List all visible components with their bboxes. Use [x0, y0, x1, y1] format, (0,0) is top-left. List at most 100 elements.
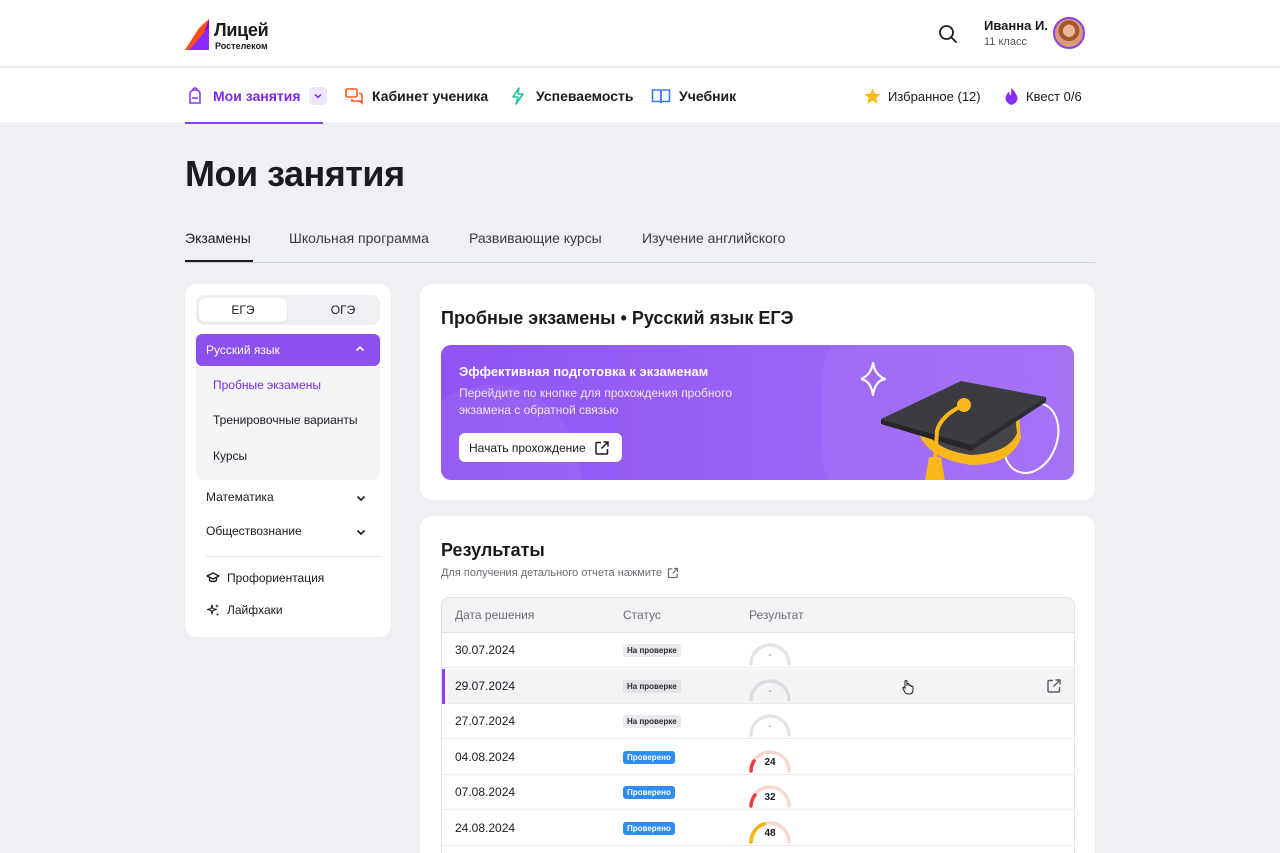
top-header: Лицей Ростелеком Иванна И. 11 класс: [0, 0, 1280, 67]
tab-exams[interactable]: Экзамены: [185, 230, 251, 246]
table-row[interactable]: 24.08.2024 Проверено 48: [442, 811, 1074, 846]
exam-banner: Эффективная подготовка к экзаменам Перей…: [441, 345, 1074, 480]
user-name[interactable]: Иванна И.: [984, 18, 1048, 33]
detailed-report-link[interactable]: Для получения детального отчета нажмите: [441, 567, 679, 579]
nav-textbook-label: Учебник: [679, 88, 737, 104]
main-nav: Мои занятия Кабинет ученика Успеваемость…: [0, 68, 1280, 124]
nav-progress[interactable]: Успеваемость: [508, 68, 633, 124]
result-value: 32: [764, 792, 776, 803]
subject-math[interactable]: Математика: [206, 490, 370, 504]
table-row[interactable]: 29.07.2024 На проверке -: [442, 669, 1074, 704]
career-guidance-label: Профориентация: [227, 571, 325, 585]
favorites-link[interactable]: Избранное (12): [863, 68, 981, 124]
backpack-icon: [189, 87, 201, 104]
hand-cursor-icon: [902, 679, 914, 695]
results-title: Результаты: [441, 540, 545, 560]
subject-social-label: Обществознание: [206, 524, 302, 538]
nav-active-underline: [185, 122, 323, 124]
row-date: 04.08.2024: [455, 750, 516, 764]
banner-title: Эффективная подготовка к экзаменам: [459, 364, 709, 379]
table-row[interactable]: 07.08.2024 Проверено 32: [442, 775, 1074, 810]
row-date: 24.08.2024: [455, 821, 516, 835]
banner-text: Перейдите по кнопке для прохождения проб…: [459, 386, 732, 417]
lifehacks-label: Лайфхаки: [227, 603, 283, 617]
chat-icon: [345, 88, 363, 105]
table-row[interactable]: 27.07.2024 На проверке -: [442, 704, 1074, 739]
tabs-bar: Экзамены Школьная программа Развивающие …: [185, 226, 1095, 263]
row-date: 30.07.2024: [455, 643, 516, 657]
row-date: 27.07.2024: [455, 714, 516, 728]
tab-english[interactable]: Изучение английского: [642, 230, 785, 246]
column-result: Результат: [749, 608, 804, 622]
page-title: Мои занятия: [185, 153, 405, 194]
row-date: 07.08.2024: [455, 785, 516, 799]
column-date: Дата решения: [455, 608, 535, 622]
nav-my-lessons[interactable]: Мои занятия: [185, 68, 327, 124]
start-exam-button[interactable]: Начать прохождение: [459, 433, 622, 462]
flame-icon: [1005, 87, 1018, 105]
nav-progress-label: Успеваемость: [536, 88, 634, 104]
avatar[interactable]: [1053, 17, 1085, 49]
subject-social[interactable]: Обществознание: [206, 524, 370, 538]
result-value: 24: [764, 757, 776, 768]
graduation-cap-icon: [206, 572, 220, 583]
tab-developing-courses[interactable]: Развивающие курсы: [469, 230, 602, 246]
book-icon: [651, 89, 671, 104]
nav-textbook[interactable]: Учебник: [651, 68, 736, 124]
nav-student-cabinet-label: Кабинет ученика: [372, 88, 489, 104]
subject-russian-label: Русский язык: [206, 343, 280, 357]
status-badge: Проверено: [623, 822, 675, 835]
status-badge: Проверено: [623, 786, 675, 799]
row-date: 29.07.2024: [455, 679, 516, 693]
subject-math-label: Математика: [206, 490, 274, 504]
lifehacks-link[interactable]: Лайфхаки: [206, 603, 283, 617]
results-card: Результаты Для получения детального отче…: [420, 516, 1095, 853]
chevron-down-icon[interactable]: [308, 87, 327, 105]
result-value: -: [768, 686, 772, 697]
external-link-icon: [667, 567, 679, 579]
result-value: -: [768, 650, 772, 661]
status-badge: На проверке: [623, 715, 681, 728]
favorites-label: Избранное (12): [888, 88, 981, 104]
trial-exam-title: Пробные экзамены • Русский язык ЕГЭ: [441, 308, 794, 328]
segment-ege[interactable]: ЕГЭ: [199, 298, 287, 322]
graduation-cap-illustration: [861, 361, 1060, 480]
table-header: Дата решения Статус Результат: [442, 598, 1074, 633]
nav-student-cabinet[interactable]: Кабинет ученика: [344, 68, 488, 124]
tab-school-program[interactable]: Школьная программа: [289, 230, 429, 246]
subject-sub-list: Пробные экзамены Тренировочные варианты …: [196, 366, 380, 480]
status-badge: На проверке: [623, 680, 681, 693]
logo-mark-icon: [185, 19, 209, 50]
career-guidance-link[interactable]: Профориентация: [206, 571, 324, 585]
sidebar: ЕГЭ ОГЭ Русский язык Пробные экзамены Тр…: [185, 284, 391, 637]
star-icon: [864, 87, 881, 104]
sub-item-courses[interactable]: Курсы: [213, 449, 247, 463]
nav-my-lessons-label: Мои занятия: [213, 88, 301, 104]
detailed-report-label: Для получения детального отчета нажмите: [441, 567, 662, 579]
table-row[interactable]: 04.08.2024 Проверено 24: [442, 740, 1074, 775]
lightning-icon: [512, 87, 524, 105]
quest-label: Квест 0/6: [1026, 88, 1082, 104]
sub-item-trial-exams[interactable]: Пробные экзамены: [213, 378, 321, 392]
status-badge: Проверено: [623, 751, 675, 764]
open-report-icon[interactable]: [1046, 678, 1062, 694]
quest-link[interactable]: Квест 0/6: [1003, 68, 1082, 124]
exam-type-switch: ЕГЭ ОГЭ: [196, 295, 380, 325]
sub-item-training-variants[interactable]: Тренировочные варианты: [213, 413, 358, 427]
segment-oge[interactable]: ОГЭ: [299, 298, 387, 322]
result-value: -: [768, 721, 772, 732]
user-class: 11 класс: [984, 36, 1027, 48]
status-badge: На проверке: [623, 644, 681, 657]
chevron-up-icon: [355, 345, 365, 352]
sparkles-icon: [206, 604, 219, 616]
logo[interactable]: Лицей Ростелеком: [185, 18, 285, 52]
subject-russian[interactable]: Русский язык: [196, 334, 380, 366]
table-row[interactable]: 30.07.2024 На проверке -: [442, 633, 1074, 668]
search-icon[interactable]: [937, 23, 959, 45]
external-link-icon: [594, 440, 609, 455]
logo-subtitle: Ростелеком: [215, 41, 268, 51]
results-table: Дата решения Статус Результат 30.07.2024…: [441, 597, 1075, 853]
trial-exam-card: Пробные экзамены • Русский язык ЕГЭ Эффе…: [420, 284, 1095, 500]
column-status: Статус: [623, 608, 661, 622]
chevron-down-icon: [356, 529, 366, 536]
